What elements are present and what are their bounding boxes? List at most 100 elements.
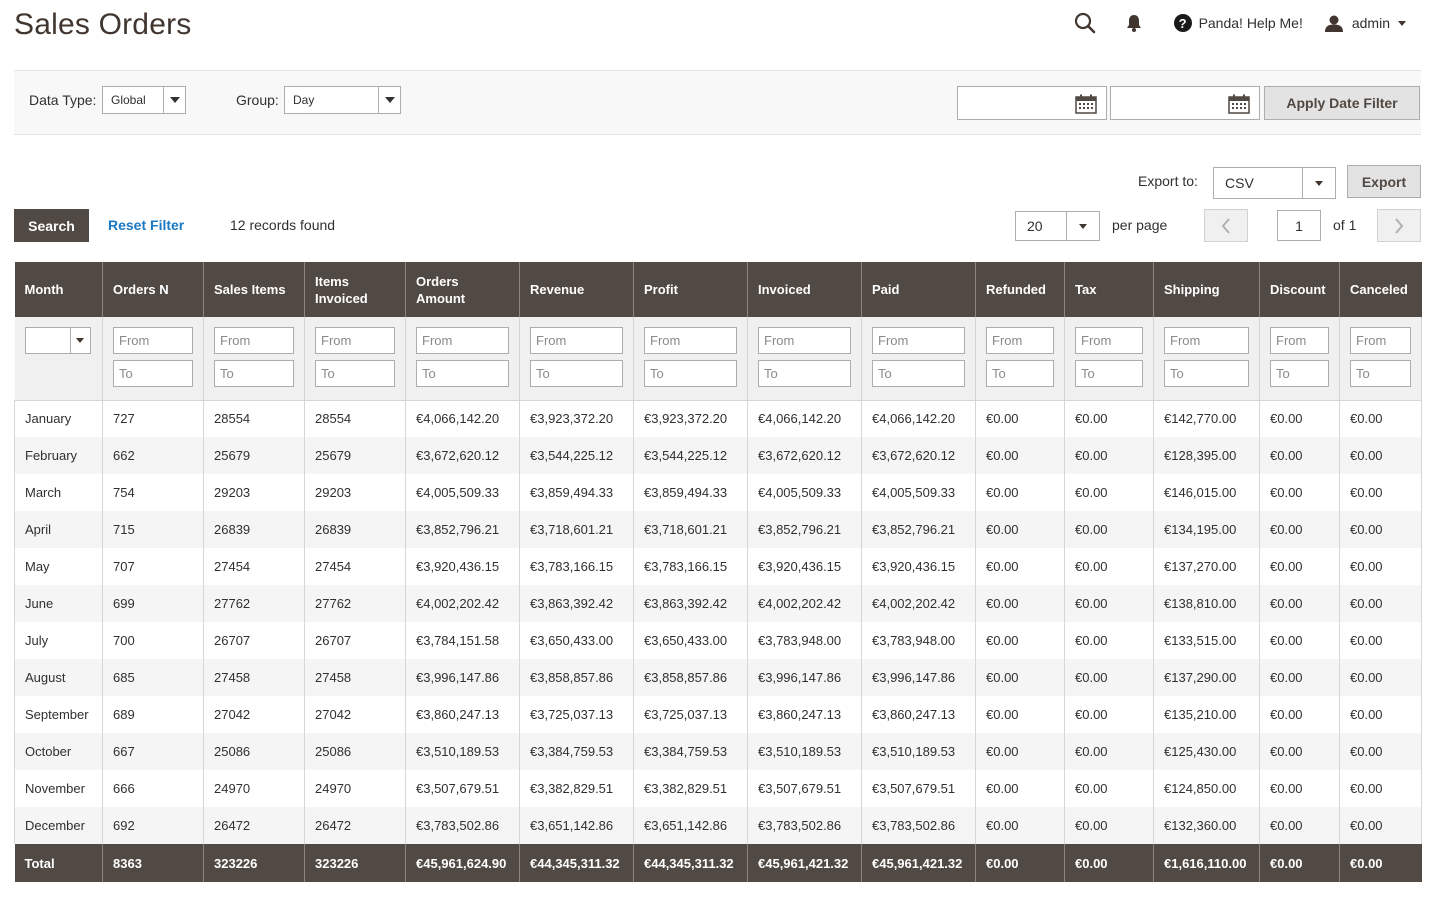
cell-shipping: €124,850.00 (1153, 770, 1260, 807)
cell-canceled: €0.00 (1339, 659, 1422, 696)
total-tax: €0.00 (1064, 844, 1154, 882)
previous-page-button[interactable] (1204, 209, 1248, 242)
paid-from-input[interactable]: From (872, 327, 965, 354)
cell-profit: €3,859,494.33 (633, 474, 748, 511)
data-grid-table: Month Orders N Sales Items Items Invoiced Or… (14, 262, 1422, 882)
reset-filter-link[interactable]: Reset Filter (108, 217, 184, 233)
refunded-from-input[interactable]: From (986, 327, 1054, 354)
cell-paid: €3,996,147.86 (861, 659, 976, 696)
profit-to-input[interactable]: To (644, 360, 737, 387)
table-row[interactable]: December 692 26472 26472 €3,783,502.86 €3,651… (14, 807, 1422, 844)
sales-items-to-input[interactable]: To (214, 360, 294, 387)
cell-items-invoiced: 24970 (304, 770, 406, 807)
profit-from-input[interactable]: From (644, 327, 737, 354)
revenue-to-input[interactable]: To (530, 360, 623, 387)
search-button[interactable]: Search (14, 209, 89, 242)
column-header-discount[interactable]: Discount (1259, 262, 1340, 317)
range-filter-sales-items: From To (203, 317, 305, 401)
tax-to-input[interactable]: To (1075, 360, 1143, 387)
shipping-from-input[interactable]: From (1164, 327, 1249, 354)
column-header-canceled[interactable]: Canceled (1339, 262, 1422, 317)
data-type-select[interactable]: Global (102, 86, 186, 114)
shipping-to-input[interactable]: To (1164, 360, 1249, 387)
column-header-orders-n[interactable]: Orders N (102, 262, 204, 317)
per-page-select[interactable]: 20 (1015, 211, 1100, 241)
orders-amount-to-input[interactable]: To (416, 360, 509, 387)
canceled-to-input[interactable]: To (1350, 360, 1411, 387)
table-row[interactable]: March 754 29203 29203 €4,005,509.33 €3,859,49… (14, 474, 1422, 511)
group-label: Group: (236, 92, 279, 108)
table-row[interactable]: November 666 24970 24970 €3,507,679.51 €3,382… (14, 770, 1422, 807)
calendar-icon[interactable] (1075, 94, 1097, 117)
invoiced-to-input[interactable]: To (758, 360, 851, 387)
column-header-paid[interactable]: Paid (861, 262, 976, 317)
page-number-input[interactable]: 1 (1277, 210, 1321, 241)
table-row[interactable]: October 667 25086 25086 €3,510,189.53 €3,384,… (14, 733, 1422, 770)
next-page-button[interactable] (1377, 209, 1421, 242)
table-row[interactable]: April 715 26839 26839 €3,852,796.21 €3,718,60… (14, 511, 1422, 548)
table-row[interactable]: February 662 25679 25679 €3,672,620.12 €3,544… (14, 437, 1422, 474)
help-link[interactable]: ? Panda! Help Me! (1173, 14, 1303, 32)
table-row[interactable]: September 689 27042 27042 €3,860,247.13 €3,72… (14, 696, 1422, 733)
cell-items-invoiced: 25679 (304, 437, 406, 474)
column-header-shipping[interactable]: Shipping (1153, 262, 1260, 317)
calendar-icon[interactable] (1228, 94, 1250, 117)
paid-to-input[interactable]: To (872, 360, 965, 387)
cell-orders-amount: €3,507,679.51 (405, 770, 520, 807)
date-to-input[interactable] (1110, 86, 1260, 120)
cell-orders-n: 707 (102, 548, 204, 585)
date-from-input[interactable] (957, 86, 1107, 120)
bell-icon[interactable] (1126, 14, 1142, 32)
column-header-sales-items[interactable]: Sales Items (203, 262, 305, 317)
discount-from-input[interactable]: From (1270, 327, 1329, 354)
cell-profit: €3,858,857.86 (633, 659, 748, 696)
discount-to-input[interactable]: To (1270, 360, 1329, 387)
invoiced-from-input[interactable]: From (758, 327, 851, 354)
canceled-from-input[interactable]: From (1350, 327, 1411, 354)
search-icon[interactable] (1074, 12, 1096, 34)
apply-date-filter-button[interactable]: Apply Date Filter (1264, 86, 1420, 120)
column-header-revenue[interactable]: Revenue (519, 262, 634, 317)
revenue-from-input[interactable]: From (530, 327, 623, 354)
items-invoiced-to-input[interactable]: To (315, 360, 395, 387)
cell-paid: €4,066,142.20 (861, 400, 976, 437)
cell-items-invoiced: 28554 (304, 400, 406, 437)
sales-orders-grid: Month Orders N Sales Items Items Invoiced Or… (14, 262, 1422, 882)
cell-orders-n: 754 (102, 474, 204, 511)
table-row[interactable]: July 700 26707 26707 €3,784,151.58 €3,650,433… (14, 622, 1422, 659)
export-button[interactable]: Export (1347, 165, 1421, 198)
column-header-refunded[interactable]: Refunded (975, 262, 1065, 317)
sales-items-from-input[interactable]: From (214, 327, 294, 354)
table-row[interactable]: May 707 27454 27454 €3,920,436.15 €3,783,166.… (14, 548, 1422, 585)
column-header-profit[interactable]: Profit (633, 262, 748, 317)
export-format-select[interactable]: CSV (1213, 167, 1336, 199)
cell-items-invoiced: 29203 (304, 474, 406, 511)
column-header-orders-amount[interactable]: Orders Amount (405, 262, 520, 317)
orders-amount-from-input[interactable]: From (416, 327, 509, 354)
column-header-month[interactable]: Month (14, 262, 103, 317)
cell-refunded: €0.00 (975, 400, 1065, 437)
month-filter-select[interactable] (24, 327, 91, 354)
cell-refunded: €0.00 (975, 696, 1065, 733)
cell-sales-items: 27458 (203, 659, 305, 696)
column-header-items-invoiced[interactable]: Items Invoiced (304, 262, 406, 317)
column-header-tax[interactable]: Tax (1064, 262, 1154, 317)
refunded-to-input[interactable]: To (986, 360, 1054, 387)
total-month: Total (14, 844, 103, 882)
table-row[interactable]: August 685 27458 27458 €3,996,147.86 €3,858,8… (14, 659, 1422, 696)
cell-orders-n: 666 (102, 770, 204, 807)
cell-orders-n: 689 (102, 696, 204, 733)
group-select[interactable]: Day (284, 86, 401, 114)
orders-n-from-input[interactable]: From (113, 327, 193, 354)
tax-from-input[interactable]: From (1075, 327, 1143, 354)
orders-n-to-input[interactable]: To (113, 360, 193, 387)
table-row[interactable]: January 727 28554 28554 €4,066,142.20 €3,923,… (14, 400, 1422, 437)
table-row[interactable]: June 699 27762 27762 €4,002,202.42 €3,863,392… (14, 585, 1422, 622)
user-menu[interactable]: admin (1324, 15, 1406, 32)
items-invoiced-from-input[interactable]: From (315, 327, 395, 354)
cell-tax: €0.00 (1064, 548, 1154, 585)
cell-month: September (14, 696, 103, 733)
cell-discount: €0.00 (1259, 437, 1340, 474)
column-header-invoiced[interactable]: Invoiced (747, 262, 862, 317)
cell-orders-amount: €4,066,142.20 (405, 400, 520, 437)
